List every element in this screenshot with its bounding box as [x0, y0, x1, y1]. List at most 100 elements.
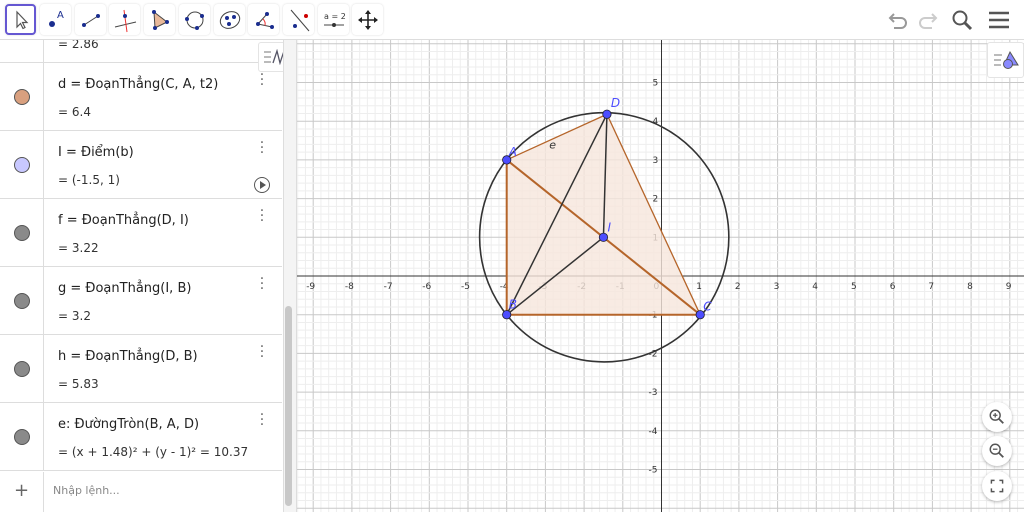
algebra-row-partial[interactable]: = 2.86 — [0, 40, 282, 63]
reflect-tool[interactable] — [283, 4, 314, 35]
y-tick-label: 3 — [653, 156, 659, 166]
algebra-row[interactable]: f = ĐoạnThẳng(D, I) = 3.22 · · · — [0, 199, 282, 267]
x-tick-label: 8 — [967, 282, 973, 292]
circle-label: e — [549, 138, 556, 151]
y-tick-label: -5 — [649, 466, 658, 476]
more-menu-icon[interactable]: · · · — [258, 340, 266, 364]
row-value: = 6.4 — [58, 105, 91, 119]
more-menu-icon[interactable]: · · · — [258, 204, 266, 228]
svg-text:a = 2: a = 2 — [324, 12, 346, 21]
perpendicular-tool[interactable] — [109, 4, 140, 35]
point-tool[interactable]: A — [40, 4, 71, 35]
point-B — [502, 310, 512, 320]
angle-icon — [255, 11, 274, 29]
move-arrows-icon — [357, 9, 378, 30]
play-icon[interactable] — [254, 177, 270, 193]
polygon-tool[interactable] — [144, 4, 175, 35]
command-input[interactable]: Nhập lệnh... — [53, 484, 120, 497]
x-tick-label: -8 — [345, 282, 354, 292]
dot-column — [0, 403, 44, 470]
conic-tool[interactable] — [214, 4, 245, 35]
x-tick-label: 3 — [774, 282, 780, 292]
row-value: = 5.83 — [58, 377, 99, 391]
move-tool[interactable] — [5, 4, 36, 35]
plus-icon: + — [14, 480, 30, 501]
row-value: = 3.22 — [58, 241, 99, 255]
angle-tool[interactable] — [248, 4, 279, 35]
zoom-out-button[interactable] — [982, 436, 1012, 466]
style-bar-toggle[interactable] — [987, 42, 1024, 78]
point-label-D: D — [611, 96, 620, 110]
slider-tool[interactable]: a = 2 — [318, 4, 349, 35]
algebra-toggle-button[interactable] — [258, 42, 283, 72]
segment-icon — [81, 13, 100, 27]
fullscreen-icon — [990, 479, 1004, 493]
algebra-row[interactable]: I = Điểm(b) = (-1.5, 1) · · · — [0, 131, 282, 199]
row-definition[interactable]: h = ĐoạnThẳng(D, B) — [58, 349, 198, 364]
hamburger-icon — [989, 11, 1009, 29]
algebra-row[interactable]: g = ĐoạnThẳng(I, B) = 3.2 · · · — [0, 267, 282, 335]
dot-column — [0, 267, 44, 334]
graphics-canvas[interactable]: -9-8-7-6-5-4-3-2-10123456789-5-4-3-2-112… — [297, 40, 1024, 512]
visibility-toggle[interactable] — [14, 89, 30, 105]
y-tick-label: 2 — [653, 195, 659, 205]
row-value: = (-1.5, 1) — [58, 173, 120, 187]
x-tick-label: -9 — [306, 282, 315, 292]
x-tick-label: -6 — [422, 282, 431, 292]
zoom-in-button[interactable] — [982, 402, 1012, 432]
visibility-toggle[interactable] — [14, 157, 30, 173]
more-menu-icon[interactable]: · · · — [258, 408, 266, 432]
visibility-toggle[interactable] — [14, 361, 30, 377]
point-I — [598, 232, 609, 242]
search-icon — [952, 10, 973, 31]
visibility-toggle[interactable] — [14, 293, 30, 309]
x-tick-label: 7 — [928, 282, 934, 292]
graphics-view[interactable]: -9-8-7-6-5-4-3-2-10123456789-5-4-3-2-112… — [297, 40, 1024, 512]
dot-column — [0, 131, 44, 198]
fullscreen-button[interactable] — [982, 471, 1012, 501]
perpendicular-icon — [114, 9, 136, 32]
point-label-I: I — [607, 220, 611, 234]
more-menu-icon[interactable]: · · · — [258, 136, 266, 160]
row-definition[interactable]: d = ĐoạnThẳng(C, A, t2) — [58, 77, 218, 92]
algebra-row[interactable]: e: ĐườngTròn(B, A, D) = (x + 1.48)² + (y… — [0, 403, 282, 471]
visibility-toggle[interactable] — [14, 225, 30, 241]
slider-icon: a = 2 — [323, 12, 346, 27]
x-tick-label: 1 — [696, 282, 702, 292]
more-menu-icon[interactable]: · · · — [258, 68, 266, 92]
point-label-B: B — [509, 298, 517, 312]
circle-icon — [184, 11, 204, 30]
polygon-icon — [151, 9, 169, 30]
row-definition[interactable]: g = ĐoạnThẳng(I, B) — [58, 281, 191, 296]
dot-column: + — [0, 472, 44, 512]
undo-button[interactable] — [884, 6, 912, 34]
reflect-icon — [290, 9, 309, 31]
row-definition[interactable]: e: ĐườngTròn(B, A, D) — [58, 417, 199, 432]
main-menu-button[interactable] — [985, 6, 1013, 34]
move-view-tool[interactable] — [352, 4, 383, 35]
toolbar: A a = 2 — [0, 0, 1024, 40]
algebra-row[interactable]: h = ĐoạnThẳng(D, B) = 5.83 · · · — [0, 335, 282, 403]
search-button[interactable] — [948, 6, 976, 34]
x-tick-label: 6 — [890, 282, 896, 292]
redo-button[interactable] — [914, 6, 942, 34]
row-value: = 2.86 — [58, 40, 99, 51]
algebra-row[interactable]: d = ĐoạnThẳng(C, A, t2) = 6.4 · · · — [0, 63, 282, 131]
y-tick-label: 5 — [653, 79, 659, 89]
undo-icon — [888, 13, 907, 29]
zoom-out-icon — [989, 443, 1004, 458]
more-menu-icon[interactable]: · · · — [258, 272, 266, 296]
point-label-C: C — [703, 300, 712, 314]
point-label-A: A — [508, 145, 517, 159]
visibility-toggle[interactable] — [14, 429, 30, 445]
row-definition[interactable]: I = Điểm(b) — [58, 145, 134, 160]
input-row[interactable]: + Nhập lệnh... — [0, 472, 282, 512]
circle-tool[interactable] — [179, 4, 210, 35]
algebra-scrollbar[interactable] — [285, 306, 292, 506]
row-definition[interactable]: f = ĐoạnThẳng(D, I) — [58, 213, 189, 228]
segment-tool[interactable] — [75, 4, 106, 35]
dot-column — [0, 63, 44, 130]
y-tick-label: -4 — [649, 427, 658, 437]
x-tick-label: 5 — [851, 282, 857, 292]
ellipse-icon — [219, 10, 240, 29]
